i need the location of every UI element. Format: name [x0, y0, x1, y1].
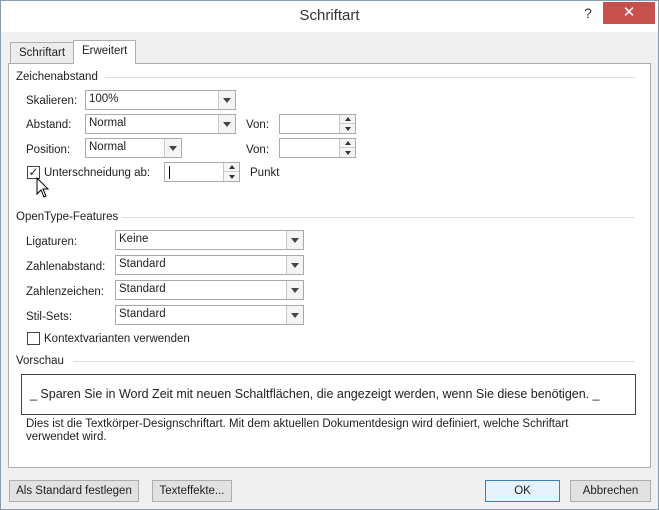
- spacing-by-spinner[interactable]: [279, 114, 356, 134]
- position-by-label: Von:: [246, 144, 270, 156]
- chevron-down-icon[interactable]: [218, 115, 235, 133]
- number-spacing-combobox[interactable]: Standard: [115, 255, 304, 275]
- ligatures-label: Ligaturen:: [26, 236, 78, 248]
- tab-schriftart[interactable]: Schriftart: [10, 42, 75, 64]
- scale-label: Skalieren:: [26, 95, 78, 107]
- ligatures-value: Keine: [119, 233, 149, 245]
- kerning-unit: Punkt: [250, 167, 280, 179]
- dialog-title: Schriftart: [299, 7, 360, 24]
- position-label: Position:: [26, 144, 71, 156]
- spacing-by-label: Von:: [246, 119, 270, 131]
- scale-value: 100%: [89, 93, 119, 105]
- tab-erweitert[interactable]: Erweitert: [73, 40, 137, 64]
- spin-up-icon[interactable]: [224, 163, 239, 172]
- preview-box: _ Sparen Sie in Word Zeit mit neuen Scha…: [21, 374, 636, 415]
- spacing-combobox[interactable]: Normal: [85, 114, 236, 134]
- ligatures-combobox[interactable]: Keine: [115, 230, 304, 250]
- number-forms-label: Zahlenzeichen:: [26, 286, 104, 298]
- group-divider: [105, 77, 635, 78]
- stylistic-sets-value: Standard: [119, 308, 166, 320]
- group-header-opentype: OpenType-Features: [16, 211, 119, 223]
- number-forms-combobox[interactable]: Standard: [115, 280, 304, 300]
- stylistic-sets-combobox[interactable]: Standard: [115, 305, 304, 325]
- group-divider: [122, 217, 635, 218]
- spin-down-icon[interactable]: [224, 172, 239, 181]
- group-divider: [73, 361, 635, 362]
- text-caret: [169, 166, 170, 179]
- chevron-down-icon[interactable]: [286, 281, 303, 299]
- help-icon: ?: [584, 5, 592, 21]
- preview-sample-text: _ Sparen Sie in Word Zeit mit neuen Scha…: [30, 387, 600, 401]
- chevron-down-icon[interactable]: [286, 231, 303, 249]
- group-header-preview: Vorschau: [16, 355, 64, 367]
- close-icon: ✕: [622, 4, 636, 21]
- kerning-label: Unterschneidung ab:: [44, 167, 151, 179]
- spin-up-icon[interactable]: [340, 139, 355, 148]
- set-default-button[interactable]: Als Standard festlegen: [9, 480, 139, 502]
- position-value: Normal: [89, 141, 127, 153]
- kerning-spinner[interactable]: [164, 162, 240, 182]
- scale-combobox[interactable]: 100%: [85, 90, 236, 110]
- contextual-alternates-label: Kontextvarianten verwenden: [44, 333, 190, 345]
- number-spacing-value: Standard: [119, 258, 166, 270]
- stylistic-sets-label: Stil-Sets:: [26, 311, 73, 323]
- ok-button[interactable]: OK: [485, 480, 560, 502]
- spin-down-icon[interactable]: [340, 124, 355, 133]
- group-header-spacing: Zeichenabstand: [16, 71, 98, 83]
- position-by-spinner[interactable]: [279, 138, 356, 158]
- spacing-value: Normal: [89, 117, 127, 129]
- number-spacing-label: Zahlenabstand:: [26, 261, 106, 273]
- number-forms-value: Standard: [119, 283, 166, 295]
- help-button[interactable]: ?: [576, 3, 600, 23]
- preview-note: Dies ist die Textkörper-Designschriftart…: [26, 418, 569, 443]
- font-dialog: Schriftart ? ✕ Schriftart Erweitert Zeic…: [0, 0, 659, 510]
- mouse-pointer-icon: [36, 177, 50, 198]
- spin-up-icon[interactable]: [340, 115, 355, 124]
- spacing-label: Abstand:: [26, 119, 72, 131]
- close-button[interactable]: ✕: [603, 2, 655, 24]
- chevron-down-icon[interactable]: [286, 306, 303, 324]
- title-bar: Schriftart ? ✕: [1, 1, 658, 32]
- text-effects-button[interactable]: Texteffekte...: [152, 480, 232, 502]
- spin-down-icon[interactable]: [340, 148, 355, 157]
- cancel-button[interactable]: Abbrechen: [570, 480, 651, 502]
- chevron-down-icon[interactable]: [286, 256, 303, 274]
- position-combobox[interactable]: Normal: [85, 138, 182, 158]
- chevron-down-icon[interactable]: [164, 139, 181, 157]
- chevron-down-icon[interactable]: [218, 91, 235, 109]
- contextual-alternates-checkbox[interactable]: [27, 332, 40, 345]
